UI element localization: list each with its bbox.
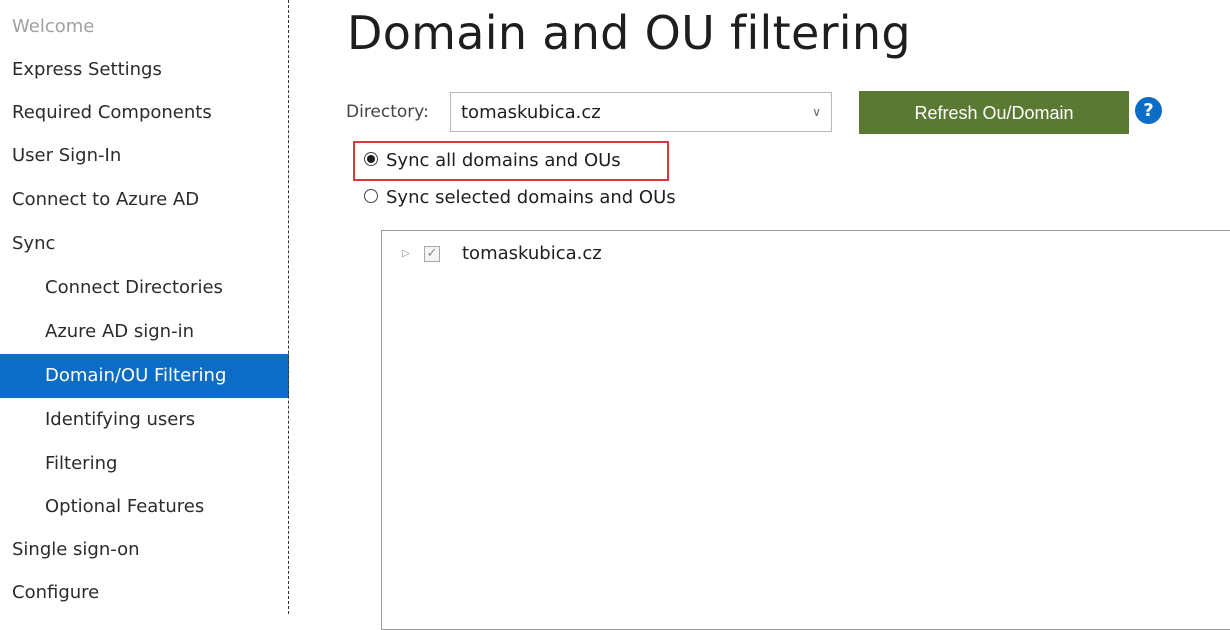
sidebar-item-optional-features[interactable]: Optional Features [0,485,289,529]
sidebar-item-domain-ou-filtering[interactable]: Domain/OU Filtering [0,354,289,398]
sidebar-item-connect-azure-ad[interactable]: Connect to Azure AD [0,178,289,222]
page-title: Domain and OU filtering [347,6,911,60]
radio-sync-all-label: Sync all domains and OUs [386,150,621,171]
directory-label: Directory: [346,102,429,122]
sidebar-item-azure-ad-sign-in[interactable]: Azure AD sign-in [0,310,289,354]
sidebar-item-connect-directories[interactable]: Connect Directories [0,266,289,310]
sidebar-item-configure[interactable]: Configure [0,571,289,615]
sidebar-item-sync[interactable]: Sync [0,222,289,266]
radio-sync-all[interactable]: Sync all domains and OUs [364,146,621,176]
sidebar-item-identifying-users[interactable]: Identifying users [0,398,289,442]
chevron-down-icon: ∨ [812,105,821,119]
radio-sync-selected[interactable]: Sync selected domains and OUs [364,183,676,213]
domain-tree-panel[interactable]: ▷ ✓ tomaskubica.cz [381,230,1230,630]
help-icon[interactable]: ? [1135,97,1162,124]
sidebar-item-single-sign-on[interactable]: Single sign-on [0,528,289,572]
sidebar-item-express-settings[interactable]: Express Settings [0,48,289,92]
sidebar-divider [288,0,289,614]
sidebar: Welcome Express Settings Required Compon… [0,0,289,614]
refresh-ou-domain-button[interactable]: Refresh Ou/Domain [859,91,1129,134]
checkmark-icon[interactable]: ✓ [424,246,440,262]
sidebar-item-user-sign-in[interactable]: User Sign-In [0,134,289,178]
triangle-right-icon[interactable]: ▷ [402,241,414,267]
tree-item-label: tomaskubica.cz [462,243,602,264]
radio-checked-icon[interactable] [364,152,378,166]
radio-sync-selected-label: Sync selected domains and OUs [386,187,676,208]
radio-unchecked-icon[interactable] [364,189,378,203]
directory-select[interactable]: tomaskubica.cz ∨ [450,92,832,132]
directory-select-value: tomaskubica.cz [461,102,601,123]
sidebar-item-filtering[interactable]: Filtering [0,442,289,486]
sidebar-item-welcome[interactable]: Welcome [0,5,289,49]
sidebar-item-required-components[interactable]: Required Components [0,91,289,135]
